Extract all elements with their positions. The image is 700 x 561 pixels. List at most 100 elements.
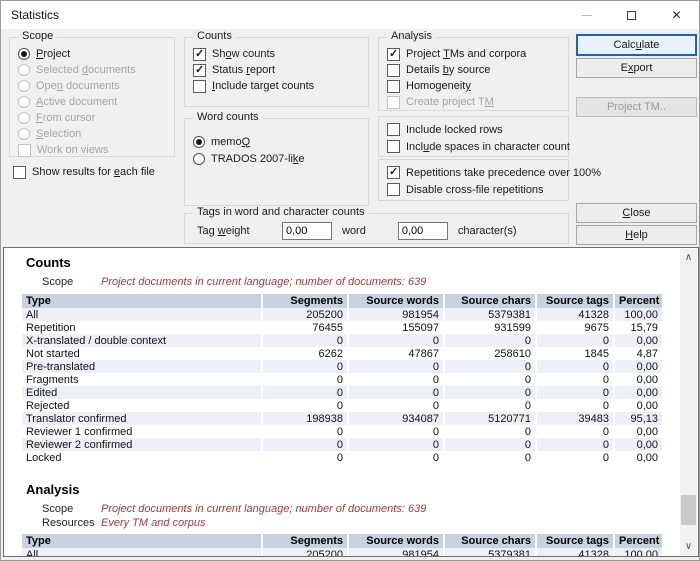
row-value-cell: 155097 bbox=[348, 321, 444, 334]
checkbox-icon bbox=[387, 96, 400, 109]
window-controls: ✕ bbox=[564, 1, 699, 29]
row-value-cell: 0 bbox=[262, 373, 348, 386]
analysis-resources-row: ResourcesEvery TM and corpus bbox=[42, 517, 680, 529]
checkbox-disable-cross-file-repetitions[interactable]: Disable cross-file repetitions bbox=[379, 181, 568, 198]
radio-selected-documents: Selected documents bbox=[10, 62, 174, 78]
radio-memoq[interactable]: memoQ bbox=[185, 133, 368, 150]
row-value-cell: 0 bbox=[536, 451, 614, 464]
help-button[interactable]: Help bbox=[576, 225, 697, 245]
row-value-cell: 0 bbox=[262, 425, 348, 438]
checkbox-icon bbox=[193, 80, 206, 93]
checkbox-icon bbox=[387, 166, 400, 179]
row-type-cell: Translator confirmed bbox=[22, 412, 262, 425]
row-value-cell: 0 bbox=[536, 438, 614, 451]
repetitions-options-box: Repetitions take precedence over 100% Di… bbox=[378, 159, 569, 201]
row-value-cell: 39483 bbox=[536, 412, 614, 425]
radio-icon bbox=[18, 80, 30, 92]
row-value-cell: 0 bbox=[444, 360, 536, 373]
checkbox-details-by-source[interactable]: Details by source bbox=[379, 62, 568, 78]
tag-weight-word-input[interactable] bbox=[282, 222, 332, 240]
counts-groupbox: Counts Show counts Status report Include… bbox=[184, 37, 369, 107]
checkbox-include-target-counts[interactable]: Include target counts bbox=[185, 78, 368, 94]
vertical-scrollbar[interactable]: ∧ ∨ bbox=[680, 249, 697, 555]
option-label: Show counts bbox=[212, 48, 275, 60]
export-button[interactable]: Export bbox=[576, 58, 697, 78]
scope-label: Scope bbox=[42, 503, 101, 515]
column-header: Segments bbox=[262, 534, 348, 548]
checkbox-work-on-views: Work on views bbox=[10, 142, 174, 158]
option-label: Active document bbox=[36, 96, 117, 108]
checkbox-include-locked-rows[interactable]: Include locked rows bbox=[379, 121, 568, 138]
scroll-down-icon[interactable]: ∨ bbox=[680, 538, 697, 555]
scroll-up-icon[interactable]: ∧ bbox=[680, 249, 697, 266]
checkbox-icon bbox=[387, 80, 400, 93]
checkbox-status-report[interactable]: Status report bbox=[185, 62, 368, 78]
row-value-cell: 0,00 bbox=[614, 360, 662, 373]
column-header: Segments bbox=[262, 294, 348, 308]
row-value-cell: 934087 bbox=[348, 412, 444, 425]
row-value-cell: 0 bbox=[444, 451, 536, 464]
checkbox-project-tms-corpora[interactable]: Project TMs and corpora bbox=[379, 46, 568, 62]
row-value-cell: 47867 bbox=[348, 347, 444, 360]
checkbox-icon bbox=[387, 183, 400, 196]
checkbox-show-results-each-file[interactable]: Show results for each file bbox=[13, 164, 155, 180]
column-header: Percent bbox=[614, 534, 662, 548]
option-label: From cursor bbox=[36, 112, 95, 124]
scope-groupbox: Scope Project Selected documents Open do… bbox=[9, 37, 175, 157]
row-type-cell: Pre-translated bbox=[22, 360, 262, 373]
row-type-cell: Edited bbox=[22, 386, 262, 399]
option-label: Selection bbox=[36, 128, 81, 140]
calculate-button[interactable]: Calculate bbox=[576, 34, 697, 56]
row-value-cell: 981954 bbox=[348, 308, 444, 321]
tag-weight-char-input[interactable] bbox=[398, 222, 448, 240]
row-value-cell: 95,13 bbox=[614, 412, 662, 425]
row-value-cell: 0 bbox=[444, 334, 536, 347]
checkbox-show-counts[interactable]: Show counts bbox=[185, 46, 368, 62]
radio-project[interactable]: Project bbox=[10, 46, 174, 62]
analysis-scope-row: ScopeProject documents in current langua… bbox=[42, 503, 680, 515]
table-row: Not started62624786725861018454,87 bbox=[22, 347, 662, 360]
word-counts-group-title: Word counts bbox=[193, 111, 263, 123]
row-value-cell: 5120771 bbox=[444, 412, 536, 425]
title-bar: Statistics ✕ bbox=[1, 1, 699, 29]
row-value-cell: 0 bbox=[348, 386, 444, 399]
checkbox-icon bbox=[18, 144, 31, 157]
column-header: Source chars bbox=[444, 534, 536, 548]
maximize-button[interactable] bbox=[609, 1, 654, 29]
row-value-cell: 76455 bbox=[262, 321, 348, 334]
row-value-cell: 0 bbox=[444, 399, 536, 412]
checkbox-include-spaces[interactable]: Include spaces in character count bbox=[379, 138, 568, 155]
checkbox-homogeneity[interactable]: Homogeneity bbox=[379, 78, 568, 94]
option-label: Include locked rows bbox=[406, 124, 503, 136]
row-type-cell: All bbox=[22, 308, 262, 321]
analysis-section-heading: Analysis bbox=[26, 482, 680, 497]
row-value-cell: 9675 bbox=[536, 321, 614, 334]
scrollbar-thumb[interactable] bbox=[681, 495, 696, 525]
row-value-cell: 0 bbox=[262, 360, 348, 373]
table-row: Fragments00000,00 bbox=[22, 373, 662, 386]
maximize-icon bbox=[627, 11, 636, 20]
row-value-cell: 0 bbox=[444, 438, 536, 451]
minimize-button[interactable] bbox=[564, 1, 609, 29]
table-row: Edited00000,00 bbox=[22, 386, 662, 399]
row-value-cell: 0 bbox=[536, 334, 614, 347]
row-value-cell: 4,87 bbox=[614, 347, 662, 360]
radio-trados-2007-like[interactable]: TRADOS 2007-like bbox=[185, 150, 368, 167]
row-type-cell: X-translated / double context bbox=[22, 334, 262, 347]
row-value-cell: 0 bbox=[444, 373, 536, 386]
close-button[interactable]: ✕ bbox=[654, 1, 699, 29]
row-value-cell: 0,00 bbox=[614, 386, 662, 399]
option-label: Include target counts bbox=[212, 80, 314, 92]
checkbox-icon bbox=[387, 64, 400, 77]
close-dialog-button[interactable]: Close bbox=[576, 203, 697, 223]
counts-scope-row: ScopeProject documents in current langua… bbox=[42, 276, 680, 288]
tag-weight-label: Tag weight bbox=[197, 225, 282, 237]
row-value-cell: 41328 bbox=[536, 308, 614, 321]
option-label: Disable cross-file repetitions bbox=[406, 184, 544, 196]
option-label: Work on views bbox=[37, 144, 108, 156]
row-value-cell: 0 bbox=[348, 334, 444, 347]
option-label: Open documents bbox=[36, 80, 120, 92]
resources-label: Resources bbox=[42, 517, 101, 529]
checkbox-repetitions-precedence[interactable]: Repetitions take precedence over 100% bbox=[379, 164, 568, 181]
option-label: Project bbox=[36, 48, 70, 60]
